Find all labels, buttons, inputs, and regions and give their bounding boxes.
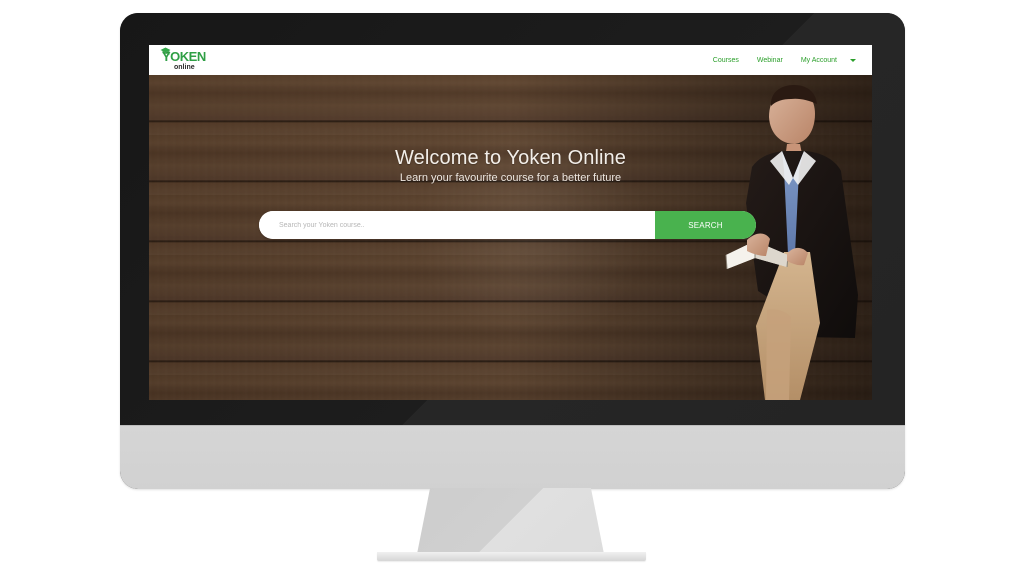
brand-logo-text: YOKEN [162,49,206,64]
nav-link-webinar[interactable]: Webinar [757,57,783,64]
search-button[interactable]: SEARCH [655,211,756,239]
course-search-bar: SEARCH [259,211,756,239]
course-search-input[interactable] [259,211,655,239]
nav-link-my-account[interactable]: My Account [801,57,837,64]
app-mockup-stage: YOKEN online Courses Webinar My Account … [0,0,1024,576]
site-logo[interactable]: YOKEN online [158,45,214,75]
nav-link-courses[interactable]: Courses [713,57,739,64]
monitor-chin [120,425,905,489]
monitor-stand-neck [417,488,604,554]
monitor-stand-base [377,552,646,561]
desktop-monitor: YOKEN online Courses Webinar My Account … [120,13,905,489]
account-menu[interactable]: My Account [801,57,856,64]
top-navigation: YOKEN online Courses Webinar My Account [149,45,872,75]
nav-links: Courses Webinar My Account [713,45,856,75]
hero-section: Welcome to Yoken Online Learn your favou… [149,75,872,400]
brand-logo-subtext: online [174,64,195,71]
website-screen: YOKEN online Courses Webinar My Account … [149,45,872,400]
chevron-down-icon[interactable] [850,59,856,62]
